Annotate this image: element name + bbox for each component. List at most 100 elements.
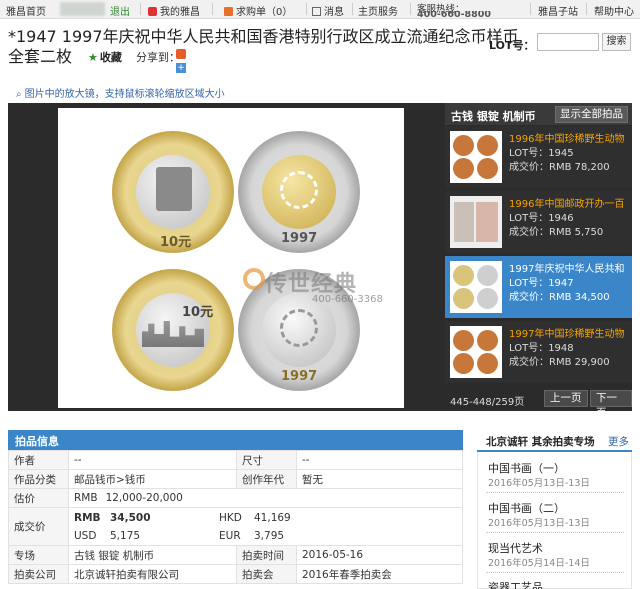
logout-link[interactable]: 退出 — [110, 3, 130, 18]
side-list-item[interactable]: 1996年中国邮政开办一百 LOT号：1946 成交价：RMB 5,750 — [445, 191, 632, 253]
lot-number-label: LOT号： — [489, 39, 535, 52]
hkd-amount: 41,169 — [254, 511, 291, 524]
weibo-share-icon[interactable] — [176, 49, 186, 59]
lot-info-title: 拍品信息 — [15, 435, 59, 448]
side-list-item-selected[interactable]: 1997年庆祝中华人民共和 LOT号：1947 成交价：RMB 34,500 — [445, 256, 632, 318]
eur-amount: 3,795 — [254, 529, 285, 542]
company-value[interactable]: 北京诚轩拍卖有限公司 — [68, 564, 237, 584]
lot-info-header: 拍品信息 — [8, 430, 463, 450]
session-date: 2016年05月13日-13日 — [488, 518, 590, 529]
session-value[interactable]: 古钱 银锭 机制币 — [68, 545, 237, 565]
divider — [306, 3, 307, 15]
item-lot: LOT号：1946 — [509, 213, 574, 224]
favorite-button[interactable]: ★ 收藏 — [88, 49, 122, 65]
company-key: 拍卖公司 — [8, 564, 69, 584]
session-link[interactable]: 中国书画（一） — [488, 460, 565, 476]
services-link[interactable]: 主页服务 — [358, 3, 398, 18]
lot-photo[interactable]: 10元 1997 10元 1997 传世经典 400-660-3368 — [58, 108, 404, 408]
rmb-amount: 34,500 — [110, 511, 151, 524]
mini-coin — [477, 353, 498, 374]
bauhinia-icon — [280, 309, 318, 347]
message-icon — [312, 7, 321, 16]
lot-title-text: *1947 1997年庆祝中华人民共和国香港特别行政区成立流通纪念币样币全套二枚 — [8, 27, 519, 66]
category-key: 作品分类 — [8, 469, 69, 489]
coin-obverse-2: 10元 — [112, 269, 234, 391]
item-lot: LOT号：1945 — [509, 148, 574, 159]
lot-info-table: 作者 -- 尺寸 -- 作品分类 邮品钱币>钱币 创作年代 暂无 估价 RMB 1… — [8, 450, 463, 584]
prev-page-button[interactable]: 上一页 — [544, 390, 588, 407]
top-nav-bar: 雅昌首页 退出 我的雅昌 求购单（0） 消息 主页服务 客服热线： 400-66… — [0, 0, 640, 19]
home-link[interactable]: 雅昌首页 — [6, 3, 46, 18]
coin-denomination: 10元 — [182, 305, 214, 320]
author-key: 作者 — [8, 450, 69, 470]
mini-stamp — [476, 202, 498, 242]
divider — [140, 3, 141, 15]
item-price: 成交价：RMB 29,900 — [509, 357, 610, 368]
sub-site-link[interactable]: 雅昌子站 — [538, 3, 578, 18]
plus-share-icon[interactable]: + — [176, 63, 186, 73]
magnifier-icon: ⌕ — [16, 89, 22, 100]
side-category: 古钱 银锭 机制币 — [451, 110, 536, 123]
side-list-item[interactable]: 1997年中国珍稀野生动物 LOT号：1948 成交价：RMB 29,900 — [445, 321, 632, 383]
side-list-header: 古钱 银锭 机制币 显示全部拍品 — [445, 103, 632, 125]
help-link[interactable]: 帮助中心 — [594, 3, 634, 18]
show-all-button[interactable]: 显示全部拍品 — [555, 106, 628, 123]
cart-icon — [224, 7, 233, 16]
auction-value[interactable]: 2016年春季拍卖会 — [296, 564, 463, 584]
item-price: 成交价：RMB 34,500 — [509, 292, 610, 303]
item-thumbnail — [450, 131, 502, 183]
session-link[interactable]: 瓷器工艺品 — [488, 579, 543, 589]
my-artron-icon — [148, 7, 157, 16]
hkd-currency: HKD — [219, 511, 242, 524]
estimate-key: 估价 — [8, 488, 69, 508]
lot-number-input[interactable] — [537, 33, 599, 51]
coin-year: 1997 — [281, 369, 318, 384]
session-key: 专场 — [8, 545, 69, 565]
next-page-button[interactable]: 下一页 — [590, 390, 632, 419]
lot-title: *1947 1997年庆祝中华人民共和国香港特别行政区成立流通纪念币样币全套二枚 — [8, 27, 528, 67]
session-link[interactable]: 现当代艺术 — [488, 540, 543, 556]
coin-obverse-1: 10元 — [112, 131, 234, 253]
side-list-footer: 445-448/259页 上一页 下一页 — [445, 387, 632, 419]
estimate-value: RMB 12,000-20,000 — [68, 488, 463, 508]
bauhinia-icon — [280, 171, 318, 209]
size-key: 尺寸 — [236, 450, 297, 470]
item-price: 成交价：RMB 5,750 — [509, 227, 604, 238]
hotline-number: 400-660-8800 — [417, 11, 491, 19]
mini-coin — [477, 288, 498, 309]
mini-stamp — [454, 202, 474, 242]
usd-amount: 5,175 — [110, 529, 141, 542]
share-label: 分享到： — [136, 51, 180, 64]
item-name: 1996年中国珍稀野生动物 — [509, 134, 625, 145]
cart-link[interactable]: 求购单（0） — [224, 3, 292, 18]
item-price: 成交价：RMB 78,200 — [509, 162, 610, 173]
session-date: 2016年05月14日-14日 — [488, 558, 590, 569]
divider — [530, 3, 531, 15]
coin-denomination: 10元 — [160, 235, 192, 250]
eur-currency: EUR — [219, 529, 241, 542]
image-viewer: 10元 1997 10元 1997 传世经典 400-660-3368 古钱 银… — [8, 103, 632, 419]
session-link[interactable]: 中国书画（二） — [488, 500, 565, 516]
cart-label: 求购单（0） — [236, 7, 293, 18]
search-button[interactable]: 搜索 — [602, 33, 631, 51]
divider — [486, 532, 624, 533]
zoom-hint-text: 图片中的放大镜，支持鼠标滚轮缩放区域大小 — [24, 89, 225, 100]
watermark-logo — [243, 268, 265, 290]
divider — [212, 3, 213, 15]
mini-coin — [453, 158, 474, 179]
auction-key: 拍卖会 — [236, 564, 297, 584]
divider — [486, 492, 624, 493]
page-indicator: 445-448/259页 — [450, 397, 525, 408]
my-artron-link[interactable]: 我的雅昌 — [148, 3, 200, 18]
messages-link[interactable]: 消息 — [312, 3, 344, 18]
category-value[interactable]: 邮品钱币>钱币 — [68, 469, 237, 489]
mini-coin — [453, 135, 474, 156]
item-lot: LOT号：1947 — [509, 278, 574, 289]
time-key: 拍卖时间 — [236, 545, 297, 565]
divider — [486, 572, 624, 573]
item-thumbnail — [450, 261, 502, 313]
side-list-item[interactable]: 1996年中国珍稀野生动物 LOT号：1945 成交价：RMB 78,200 — [445, 126, 632, 188]
item-name: 1996年中国邮政开办一百 — [509, 199, 625, 210]
divider — [352, 3, 353, 15]
more-link[interactable]: 更多 — [608, 434, 629, 449]
